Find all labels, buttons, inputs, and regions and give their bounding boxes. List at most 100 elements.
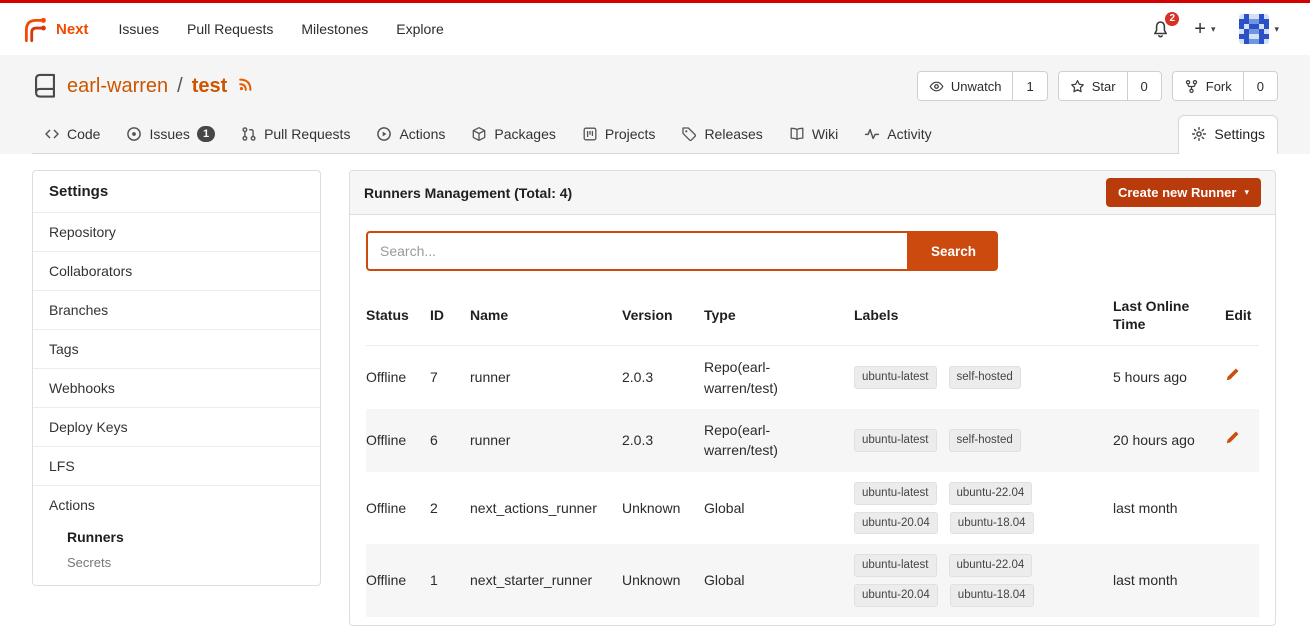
runner-edit-cell	[1225, 409, 1259, 472]
runner-label-chip: ubuntu-22.04	[949, 554, 1033, 577]
runner-row: Offline7runner2.0.3Repo(earl-warren/test…	[366, 346, 1259, 409]
runner-search-input[interactable]	[366, 231, 909, 271]
create-new-menu-button[interactable]: + ▾	[1194, 19, 1215, 39]
star-button[interactable]: Star	[1059, 72, 1127, 100]
settings-sidebar: Settings RepositoryCollaboratorsBranches…	[32, 170, 321, 586]
stars-count[interactable]: 0	[1127, 72, 1161, 100]
sidebar-subitem-runners[interactable]: Runners	[33, 524, 320, 550]
edit-runner-button[interactable]	[1225, 430, 1240, 445]
nav-link-milestones[interactable]: Milestones	[287, 15, 382, 43]
runner-row: Offline1next_starter_runnerUnknownGlobal…	[366, 544, 1259, 616]
header-status: Status	[366, 285, 430, 346]
runner-version: Unknown	[622, 472, 704, 544]
tab-packages-label: Packages	[494, 126, 555, 142]
watchers-count[interactable]: 1	[1012, 72, 1046, 100]
runner-id: 7	[430, 346, 470, 409]
rss-feed-icon[interactable]	[237, 76, 254, 93]
star-icon	[1070, 79, 1085, 94]
nav-link-pull-requests[interactable]: Pull Requests	[173, 15, 287, 43]
runners-tbody: Offline7runner2.0.3Repo(earl-warren/test…	[366, 346, 1259, 617]
edit-runner-button[interactable]	[1225, 367, 1240, 382]
runner-label-chip: ubuntu-20.04	[854, 584, 938, 607]
fork-button[interactable]: Fork	[1173, 72, 1243, 100]
sidebar-item-tags[interactable]: Tags	[33, 329, 320, 368]
sidebar-item-webhooks[interactable]: Webhooks	[33, 368, 320, 407]
runner-edit-cell	[1225, 544, 1259, 616]
runner-edit-cell	[1225, 346, 1259, 409]
nav-link-explore[interactable]: Explore	[382, 15, 457, 43]
fork-button-group: Fork 0	[1172, 71, 1278, 101]
tab-activity[interactable]: Activity	[852, 116, 943, 153]
tab-packages[interactable]: Packages	[459, 116, 567, 153]
panel-title: Runners Management (Total: 4)	[364, 185, 572, 201]
user-menu-button[interactable]: ▾	[1239, 14, 1279, 44]
tab-pull-requests[interactable]: Pull Requests	[229, 116, 362, 153]
forgejo-logo[interactable]	[21, 15, 49, 43]
repo-name-link[interactable]: test	[192, 75, 228, 98]
tab-actions-label: Actions	[399, 126, 445, 142]
sidebar-item-collaborators[interactable]: Collaborators	[33, 251, 320, 290]
unwatch-button[interactable]: Unwatch	[918, 72, 1013, 100]
tab-issues[interactable]: Issues 1	[114, 116, 227, 153]
issues-count-badge: 1	[197, 126, 215, 142]
create-runner-button[interactable]: Create new Runner ▾	[1106, 178, 1261, 207]
sidebar-title: Settings	[33, 171, 320, 212]
runner-labels: ubuntu-latestubuntu-22.04ubuntu-20.04ubu…	[854, 472, 1113, 544]
sidebar-subitem-secrets[interactable]: Secrets	[33, 550, 320, 575]
runners-table: Status ID Name Version Type Labels Last …	[366, 285, 1259, 617]
tab-projects-label: Projects	[605, 126, 656, 142]
sidebar-item-lfs[interactable]: LFS	[33, 446, 320, 485]
sidebar-item-actions[interactable]: Actions	[33, 485, 320, 524]
pull-request-icon	[241, 126, 257, 142]
runner-label-chip: ubuntu-latest	[854, 482, 937, 505]
runners-panel: Runners Management (Total: 4) Create new…	[349, 170, 1276, 626]
runner-label-chip: self-hosted	[949, 366, 1021, 389]
avatar	[1239, 14, 1269, 44]
tab-releases[interactable]: Releases	[669, 116, 774, 153]
unwatch-label: Unwatch	[951, 79, 1002, 94]
tab-code[interactable]: Code	[32, 116, 112, 153]
sidebar-item-branches[interactable]: Branches	[33, 290, 320, 329]
header-version: Version	[622, 285, 704, 346]
tab-projects[interactable]: Projects	[570, 116, 668, 153]
runner-version: Unknown	[622, 544, 704, 616]
search-button[interactable]: Search	[909, 231, 998, 271]
runner-status: Offline	[366, 544, 430, 616]
runner-name: next_starter_runner	[470, 544, 622, 616]
runner-label-chip: ubuntu-latest	[854, 429, 937, 452]
create-runner-label: Create new Runner	[1118, 185, 1236, 200]
header-type: Type	[704, 285, 854, 346]
star-button-group: Star 0	[1058, 71, 1162, 101]
forks-count[interactable]: 0	[1243, 72, 1277, 100]
tab-wiki[interactable]: Wiki	[777, 116, 850, 153]
runner-version: 2.0.3	[622, 409, 704, 472]
runner-row: Offline6runner2.0.3Repo(earl-warren/test…	[366, 409, 1259, 472]
tab-releases-label: Releases	[704, 126, 762, 142]
tab-wiki-label: Wiki	[812, 126, 838, 142]
runner-type: Repo(earl-warren/test)	[704, 346, 854, 409]
header-labels: Labels	[854, 285, 1113, 346]
sidebar-submenu: RunnersSecrets	[33, 524, 320, 585]
runner-status: Offline	[366, 472, 430, 544]
tab-settings[interactable]: Settings	[1178, 115, 1278, 154]
sidebar-item-deploy-keys[interactable]: Deploy Keys	[33, 407, 320, 446]
notifications-button[interactable]: 2	[1151, 20, 1170, 39]
runner-last-online: last month	[1113, 544, 1225, 616]
fork-label: Fork	[1206, 79, 1232, 94]
runner-labels: ubuntu-latestubuntu-22.04ubuntu-20.04ubu…	[854, 544, 1113, 616]
fork-icon	[1184, 79, 1199, 94]
header-id: ID	[430, 285, 470, 346]
sidebar-item-repository[interactable]: Repository	[33, 212, 320, 251]
caret-down-icon: ▾	[1274, 25, 1279, 34]
runner-last-online: last month	[1113, 472, 1225, 544]
navbar-right: 2 + ▾ ▾	[1151, 14, 1289, 44]
settings-menu: RepositoryCollaboratorsBranchesTagsWebho…	[33, 212, 320, 585]
watch-button-group: Unwatch 1	[917, 71, 1048, 101]
code-icon	[44, 126, 60, 142]
navbar: Next IssuesPull RequestsMilestonesExplor…	[0, 3, 1310, 55]
nav-link-issues[interactable]: Issues	[105, 15, 173, 43]
repo-owner-link[interactable]: earl-warren	[67, 75, 168, 98]
tab-pull-requests-label: Pull Requests	[264, 126, 350, 142]
tab-actions[interactable]: Actions	[364, 116, 457, 153]
brand-link[interactable]: Next	[56, 21, 89, 38]
